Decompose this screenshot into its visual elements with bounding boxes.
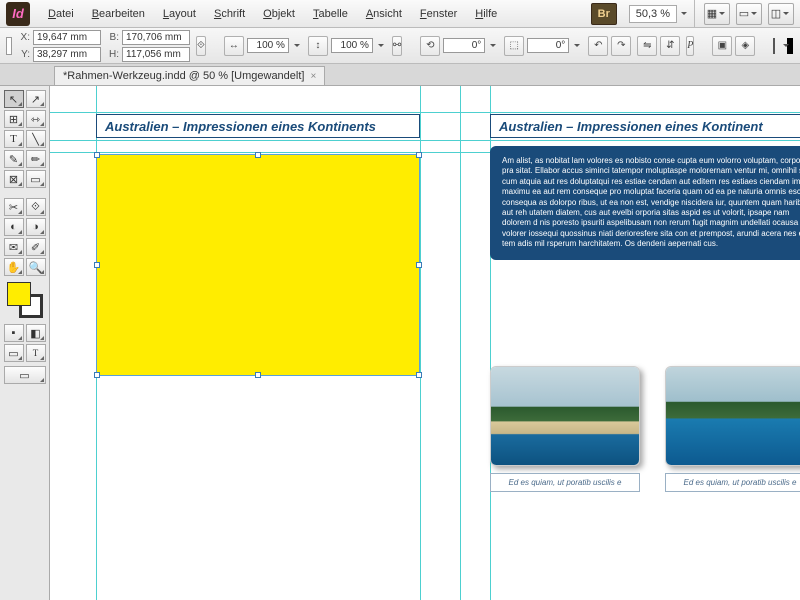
menu-tabelle[interactable]: Tabelle — [305, 4, 356, 24]
reference-point[interactable] — [6, 37, 12, 55]
canvas[interactable]: Australien – Impressionen eines Kontinen… — [50, 86, 800, 600]
document-tab[interactable]: *Rahmen-Werkzeug.indd @ 50 % [Umgewandel… — [54, 66, 325, 85]
bridge-button[interactable]: Br — [591, 3, 617, 25]
zoom-level[interactable]: 50,3 % — [629, 5, 689, 23]
free-transform-tool[interactable]: ⟐ — [26, 198, 46, 216]
menu-layout[interactable]: Layout — [155, 4, 204, 24]
scale-y-icon: ↕ — [308, 36, 328, 56]
gradient-swatch-tool[interactable]: ◐ — [4, 218, 24, 236]
photo-frame-1[interactable]: ⚓ — [490, 366, 640, 466]
control-bar: X: B: Y: H: ⟐ ↔ ↕ ⚯ ⟲ ⬚ ↶ ↷ ⇋ ⇵ P ▣ ◈ — [0, 28, 800, 64]
pen-tool[interactable]: ✎ — [4, 150, 24, 168]
menubar: Id Datei Bearbeiten Layout Schrift Objek… — [0, 0, 800, 28]
zoom-tool[interactable]: 🔍 — [26, 258, 46, 276]
view-options-button[interactable]: ▦ — [704, 3, 730, 25]
rectangle-frame-tool[interactable]: ⊠ — [4, 170, 24, 188]
shear-icon: ⬚ — [504, 36, 524, 56]
eyedropper-tool[interactable]: ✐ — [26, 238, 46, 256]
screen-mode-toggle[interactable]: ▭ — [4, 366, 46, 384]
screen-mode-button[interactable]: ▭ — [736, 3, 762, 25]
caption-2[interactable]: Ed es quiam, ut poratib uscilis e — [665, 473, 800, 492]
menu-fenster[interactable]: Fenster — [412, 4, 465, 24]
rotate-cw-icon[interactable]: ↷ — [611, 36, 631, 56]
hand-tool[interactable]: ✋ — [4, 258, 24, 276]
gap-tool[interactable]: ⇿ — [26, 110, 46, 128]
scissors-tool[interactable]: ✂ — [4, 198, 24, 216]
line-tool[interactable]: ╲ — [26, 130, 46, 148]
x-field[interactable] — [33, 30, 101, 45]
menu-ansicht[interactable]: Ansicht — [358, 4, 410, 24]
link-scale-icon[interactable]: ⚯ — [392, 36, 402, 56]
selected-frame[interactable] — [96, 154, 420, 376]
constrain-icon[interactable]: ⟐ — [196, 36, 206, 56]
scale-x-icon: ↔ — [224, 36, 244, 56]
app-icon: Id — [6, 2, 30, 26]
close-icon[interactable]: × — [310, 71, 316, 82]
menu-hilfe[interactable]: Hilfe — [467, 4, 505, 24]
caption-1[interactable]: Ed es quiam, ut poratib uscilis e — [490, 473, 640, 492]
photo-frame-2[interactable]: ⚓ — [665, 366, 800, 466]
y-field[interactable] — [33, 47, 101, 62]
page-title-right[interactable]: Australien – Impressionen eines Kontinen… — [490, 114, 800, 138]
fill-swatch[interactable] — [773, 38, 775, 54]
preview-view-icon[interactable]: T — [26, 344, 46, 362]
shear-field[interactable] — [527, 38, 569, 53]
p-center-icon[interactable]: P — [686, 36, 694, 56]
selection-tool[interactable]: ↖ — [4, 90, 24, 108]
type-tool[interactable]: T — [4, 130, 24, 148]
h-field[interactable] — [122, 47, 190, 62]
note-tool[interactable]: ✉ — [4, 238, 24, 256]
gradient-feather-tool[interactable]: ◑ — [26, 218, 46, 236]
menu-schrift[interactable]: Schrift — [206, 4, 253, 24]
apply-color-icon[interactable]: ▪ — [4, 324, 24, 342]
scale-x-field[interactable] — [247, 38, 289, 53]
rotate-icon: ⟲ — [420, 36, 440, 56]
select-content-icon[interactable]: ◈ — [735, 36, 755, 56]
toolbox: ↖↗ ⊞⇿ T╲ ✎✏ ⊠▭ ✂⟐ ◐◑ ✉✐ ✋🔍 ▪◧ ▭T ▭ — [0, 86, 50, 600]
page-tool[interactable]: ⊞ — [4, 110, 24, 128]
select-container-icon[interactable]: ▣ — [712, 36, 732, 56]
flip-v-icon[interactable]: ⇵ — [660, 36, 680, 56]
w-field[interactable] — [122, 30, 190, 45]
flip-h-icon[interactable]: ⇋ — [637, 36, 657, 56]
rotate-ccw-icon[interactable]: ↶ — [588, 36, 608, 56]
pencil-tool[interactable]: ✏ — [26, 150, 46, 168]
menu-objekt[interactable]: Objekt — [255, 4, 303, 24]
chevron-down-icon[interactable] — [679, 9, 689, 19]
page-title-left[interactable]: Australien – Impressionen eines Kontinen… — [96, 114, 420, 138]
menu-bearbeiten[interactable]: Bearbeiten — [84, 4, 153, 24]
normal-view-icon[interactable]: ▭ — [4, 344, 24, 362]
arrange-button[interactable]: ◫ — [768, 3, 794, 25]
body-text-frame[interactable]: Am alist, as nobitat lam volores es nobi… — [490, 146, 800, 260]
scale-y-field[interactable] — [331, 38, 373, 53]
direct-selection-tool[interactable]: ↗ — [26, 90, 46, 108]
rotate-field[interactable] — [443, 38, 485, 53]
fill-stroke-proxy[interactable] — [7, 282, 43, 318]
apply-gradient-icon[interactable]: ◧ — [26, 324, 46, 342]
document-tabs: *Rahmen-Werkzeug.indd @ 50 % [Umgewandel… — [0, 64, 800, 86]
menu-datei[interactable]: Datei — [40, 4, 82, 24]
rectangle-tool[interactable]: ▭ — [26, 170, 46, 188]
